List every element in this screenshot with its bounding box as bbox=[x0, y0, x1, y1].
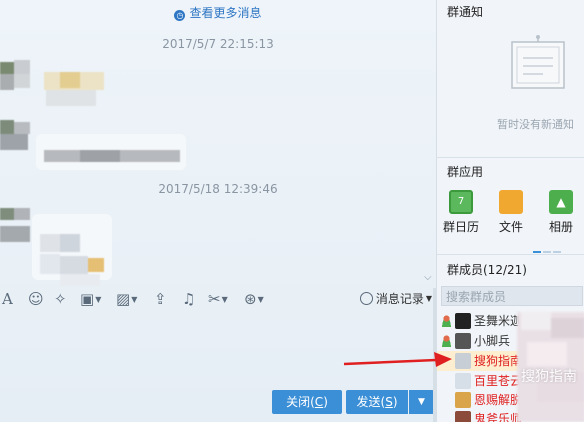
sticker-icon[interactable]: ▣▼ bbox=[80, 289, 101, 309]
divider bbox=[437, 254, 584, 255]
red-packet-icon[interactable]: ⊛▼ bbox=[244, 289, 264, 309]
avatar bbox=[455, 353, 471, 369]
folder-icon bbox=[499, 190, 523, 214]
blurred-avatar bbox=[0, 58, 110, 108]
calendar-icon: 7 bbox=[449, 190, 473, 214]
divider bbox=[437, 157, 584, 158]
member-name: 百里苍云 bbox=[474, 374, 523, 388]
music-icon[interactable]: ♫ bbox=[182, 289, 195, 309]
app-label: 文件 bbox=[498, 220, 523, 234]
clock-icon: ◷ bbox=[174, 10, 186, 21]
group-side-panel: 群通知 暂时没有新通知 群应用 7 群日历 文件 ▲ 相册 群成员(12/21)… bbox=[433, 0, 584, 422]
notice-title: 群通知 bbox=[447, 5, 484, 19]
send-label: 发送( bbox=[356, 395, 386, 409]
annotation-arrow-icon bbox=[343, 352, 452, 367]
member-name: 小脚兵 bbox=[474, 334, 511, 348]
app-album[interactable]: ▲ 相册 bbox=[539, 190, 583, 235]
avatar bbox=[455, 313, 471, 329]
member-name: 恩赐解脱 bbox=[474, 393, 523, 407]
member-name: 鬼斧乐师 bbox=[474, 412, 523, 422]
member-name: 搜狗指南 bbox=[474, 354, 523, 368]
close-shortcut: C bbox=[314, 395, 324, 409]
admin-icon bbox=[441, 335, 452, 347]
emoji-icon[interactable]: ☺ bbox=[28, 289, 44, 309]
notice-board-icon bbox=[511, 35, 565, 89]
view-more-label: 查看更多消息 bbox=[189, 6, 262, 20]
watermark-text: 搜狗指南 bbox=[521, 369, 577, 385]
close-button[interactable]: 关闭(C) bbox=[272, 390, 342, 414]
apps-title: 群应用 bbox=[447, 165, 484, 179]
app-label: 群日历 bbox=[442, 220, 479, 234]
scissors-icon[interactable]: ✂▼ bbox=[208, 289, 228, 309]
view-more-messages-link[interactable]: ◷ 查看更多消息 bbox=[0, 4, 436, 21]
blurred-image-message bbox=[0, 204, 120, 286]
blurred-message bbox=[0, 120, 190, 170]
avatar bbox=[455, 373, 471, 389]
message-timestamp: 2017/5/7 22:15:13 bbox=[162, 37, 274, 51]
message-timestamp: 2017/5/18 12:39:46 bbox=[158, 182, 278, 196]
member-name: 圣舞米迦 bbox=[474, 314, 523, 328]
album-icon: ▲ bbox=[549, 190, 573, 214]
member-search-input[interactable]: 搜索群成员 bbox=[441, 286, 583, 306]
app-files[interactable]: 文件 bbox=[489, 190, 533, 235]
send-label-end: ) bbox=[392, 395, 398, 409]
send-button[interactable]: 发送(S) bbox=[346, 390, 408, 414]
app-label: 相册 bbox=[548, 220, 573, 234]
image-icon[interactable]: ▨▼ bbox=[116, 289, 137, 309]
close-label-end: ) bbox=[323, 395, 328, 409]
font-icon[interactable]: A bbox=[2, 289, 13, 309]
notice-empty-text: 暂时没有新通知 bbox=[497, 118, 574, 131]
avatar bbox=[455, 411, 471, 422]
send-options-dropdown[interactable]: ▼ bbox=[409, 390, 434, 414]
send-shortcut: S bbox=[385, 395, 393, 409]
upload-icon[interactable]: ⇪ bbox=[154, 289, 167, 309]
avatar bbox=[455, 392, 471, 408]
app-calendar[interactable]: 7 群日历 bbox=[439, 190, 483, 235]
history-clock-icon bbox=[359, 292, 373, 305]
collapse-chevron-icon[interactable]: ⌵ bbox=[424, 272, 434, 283]
history-label: 消息记录 bbox=[375, 292, 424, 306]
members-title: 群成员(12/21) bbox=[447, 263, 527, 277]
poke-icon[interactable]: ✧ bbox=[54, 289, 67, 309]
close-label: 关闭( bbox=[286, 395, 315, 409]
input-toolbar: A ☺ ✧ ▣▼ ▨▼ ⇪ ♫ ✂▼ ⊛▼ 消息记录 ▼ bbox=[0, 287, 436, 311]
avatar bbox=[455, 333, 471, 349]
message-history-button[interactable]: 消息记录 ▼ bbox=[359, 289, 432, 309]
dropdown-arrow-icon: ▼ bbox=[425, 294, 432, 303]
admin-icon bbox=[441, 315, 452, 327]
